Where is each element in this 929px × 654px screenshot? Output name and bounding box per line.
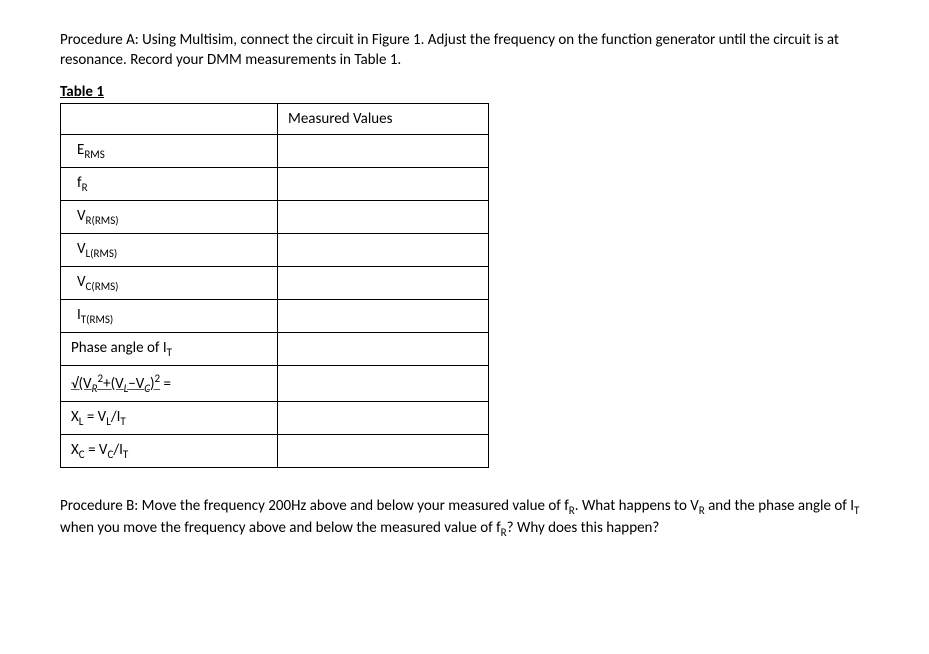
header-blank: [61, 103, 278, 134]
table-row: VL(RMS): [61, 233, 489, 266]
row-vl-label: VL(RMS): [61, 233, 278, 266]
row-phase-label: Phase angle of IT: [61, 332, 278, 365]
row-xc-label: XC = VC/IT: [61, 434, 278, 467]
row-xl-value: [278, 401, 489, 434]
procedure-b-text: Procedure B: Move the frequency 200Hz ab…: [60, 496, 869, 542]
table-row: IT(RMS): [61, 299, 489, 332]
row-vr-value: [278, 200, 489, 233]
row-erms-value: [278, 134, 489, 167]
table-header-row: Measured Values: [61, 103, 489, 134]
row-sqrt-label: √(VR2+(VL−VC)2 =: [61, 365, 278, 401]
row-vl-value: [278, 233, 489, 266]
row-fr-value: [278, 167, 489, 200]
row-vc-label: VC(RMS): [61, 266, 278, 299]
table-row: VR(RMS): [61, 200, 489, 233]
row-xl-label: XL = VL/IT: [61, 401, 278, 434]
row-vc-value: [278, 266, 489, 299]
row-sqrt-value: [278, 365, 489, 401]
table-1: Measured Values ERMS fR VR(RMS) VL(RMS) …: [60, 103, 489, 468]
row-erms-label: ERMS: [61, 134, 278, 167]
header-measured: Measured Values: [278, 103, 489, 134]
table-row: fR: [61, 167, 489, 200]
row-it-label: IT(RMS): [61, 299, 278, 332]
table-row: ERMS: [61, 134, 489, 167]
table-row: XC = VC/IT: [61, 434, 489, 467]
row-it-value: [278, 299, 489, 332]
table-row: VC(RMS): [61, 266, 489, 299]
table-caption: Table 1: [60, 83, 869, 101]
procedure-a-text: Procedure A: Using Multisim, connect the…: [60, 30, 869, 71]
row-phase-value: [278, 332, 489, 365]
table-row: √(VR2+(VL−VC)2 =: [61, 365, 489, 401]
row-xc-value: [278, 434, 489, 467]
row-fr-label: fR: [61, 167, 278, 200]
table-row: Phase angle of IT: [61, 332, 489, 365]
table-row: XL = VL/IT: [61, 401, 489, 434]
row-vr-label: VR(RMS): [61, 200, 278, 233]
